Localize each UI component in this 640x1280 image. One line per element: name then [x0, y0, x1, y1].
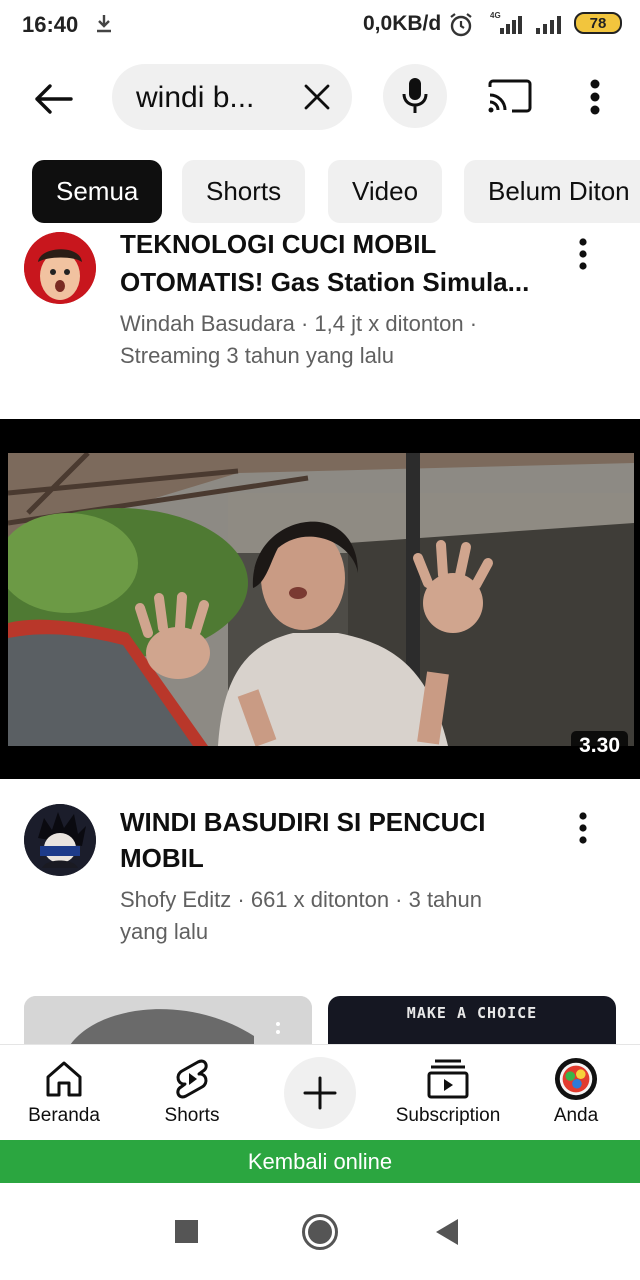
video-thumbnail[interactable]: 3.30 — [0, 419, 640, 779]
short-thumbnail[interactable]: MAKE A CHOICE — [328, 996, 616, 1044]
short-overlay-text: MAKE A CHOICE — [406, 1004, 538, 1022]
nav-subscriptions-label: Subscription — [395, 1105, 501, 1126]
video-menu-button[interactable] — [568, 806, 598, 850]
video-meta-line2: yang lalu — [120, 919, 209, 944]
mic-icon — [402, 78, 428, 113]
video-result[interactable]: WINDI BASUDIRI SI PENCUCI MOBIL Shofy Ed… — [0, 800, 640, 960]
nav-subscriptions[interactable]: Subscription — [384, 1045, 512, 1141]
chip-shorts[interactable]: Shorts — [182, 160, 306, 223]
nav-shorts-label: Shorts — [164, 1105, 220, 1126]
alarm-icon — [450, 13, 472, 37]
nav-home[interactable]: Beranda — [20, 1045, 108, 1141]
search-input[interactable]: windi b... — [112, 64, 352, 130]
channel-avatar[interactable] — [24, 232, 96, 304]
back-arrow-icon — [35, 84, 73, 114]
create-button[interactable] — [284, 1057, 356, 1129]
video-meta-line2: Streaming 3 tahun yang lalu — [120, 343, 394, 368]
bottom-navigation: Beranda Shorts Subscription Anda — [0, 1044, 640, 1140]
search-query: windi b... — [136, 81, 255, 114]
signal-icon — [536, 16, 561, 34]
short-image — [24, 996, 312, 1044]
chip-belum-ditonton[interactable]: Belum Diton — [464, 160, 640, 223]
recent-apps-button[interactable] — [175, 1220, 198, 1243]
video-title-line1: WINDI BASUDIRI SI PENCUCI — [120, 807, 486, 837]
signal-4g-icon: 4G — [490, 11, 522, 34]
clear-button[interactable] — [298, 78, 336, 116]
system-back-button[interactable] — [436, 1219, 458, 1245]
cast-icon — [488, 79, 532, 113]
back-online-banner: Kembali online — [0, 1140, 640, 1183]
more-vert-icon — [579, 238, 587, 270]
cast-button[interactable] — [486, 76, 534, 116]
battery-icon: 78 — [574, 12, 622, 34]
chip-semua[interactable]: Semua — [32, 160, 163, 223]
nav-you[interactable]: Anda — [536, 1045, 616, 1141]
shorts-shelf: MAKE A CHOICE — [0, 996, 640, 1044]
more-vert-icon — [579, 812, 587, 844]
search-header: windi b... — [0, 58, 640, 138]
download-icon — [97, 15, 111, 33]
channel-avatar[interactable] — [24, 804, 96, 876]
video-duration: 3.30 — [571, 731, 628, 761]
avatar-image — [24, 232, 96, 304]
video-meta-line1: Windah Basudara · 1,4 jt x ditonton · — [120, 311, 478, 336]
video-title-line1: TEKNOLOGI CUCI MOBIL — [120, 229, 437, 259]
more-options-button[interactable] — [578, 74, 612, 120]
video-title-line2: OTOMATIS! Gas Station Simula... — [120, 267, 530, 297]
subscriptions-icon — [427, 1059, 469, 1099]
video-result[interactable]: TEKNOLOGI CUCI MOBIL OTOMATIS! Gas Stati… — [0, 229, 640, 390]
filter-chips: Semua Shorts Video Belum Diton — [0, 160, 640, 224]
avatar — [554, 1057, 598, 1101]
nav-you-label: Anda — [553, 1105, 599, 1126]
nav-home-label: Beranda — [28, 1105, 100, 1126]
battery-level: 78 — [589, 14, 607, 32]
nav-shorts[interactable]: Shorts — [148, 1045, 236, 1141]
avatar-image — [24, 804, 96, 876]
more-vert-icon — [590, 79, 600, 115]
chip-video[interactable]: Video — [328, 160, 443, 223]
home-circle-icon — [308, 1220, 332, 1244]
status-time: 16:40 — [22, 12, 79, 37]
back-button[interactable] — [28, 74, 78, 124]
shorts-icon — [176, 1059, 208, 1099]
network-label: 4G — [490, 11, 501, 20]
short-thumbnail[interactable] — [24, 996, 312, 1044]
voice-search-button[interactable] — [383, 64, 447, 128]
data-speed: 0,0KB/d — [363, 12, 442, 35]
video-meta-line1: Shofy Editz · 661 x ditonton · 3 tahun — [120, 887, 483, 912]
plus-icon — [303, 1076, 337, 1110]
thumbnail-image — [8, 453, 634, 746]
home-icon — [46, 1061, 82, 1097]
home-button[interactable] — [302, 1214, 338, 1250]
video-menu-button[interactable] — [568, 232, 598, 276]
video-title-line2: MOBIL — [120, 843, 204, 873]
close-icon — [304, 84, 330, 110]
system-navigation-bar — [0, 1183, 640, 1280]
status-bar: 16:40 0,0KB/d 4G 78 — [0, 0, 640, 52]
